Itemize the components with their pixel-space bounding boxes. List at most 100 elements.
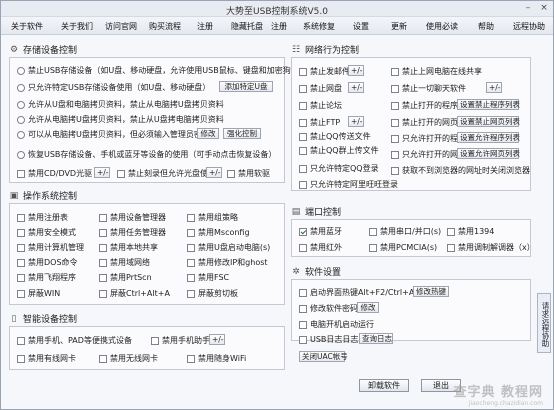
os-item-9[interactable]: 禁用本地共享 — [99, 242, 158, 253]
checkbox[interactable] — [99, 258, 107, 267]
checkbox[interactable] — [299, 84, 307, 93]
checkbox[interactable] — [187, 354, 195, 363]
storage-option-6[interactable]: 恢复USB存储设备、手机或蓝牙等设备的使用（可手动点击恢复设备） — [17, 149, 276, 160]
cd-burn-checkbox-row[interactable]: 禁止刻录但允许光盘使用 — [117, 168, 216, 179]
os-item-7[interactable]: 禁用设备管理器 — [99, 212, 166, 223]
net-plus-2[interactable]: +/- — [348, 82, 364, 93]
close-uac-button[interactable]: 关闭UAC帐号 — [299, 351, 348, 362]
menu-official-site[interactable]: 访问官网 — [105, 21, 137, 32]
net-left-8[interactable]: 只允许特定阿里旺旺登录 — [299, 179, 398, 190]
chat-plus-button[interactable]: +/- — [486, 82, 502, 93]
smart-portable[interactable]: 禁用手机、PAD等便携式设备 — [17, 335, 132, 346]
checkbox[interactable] — [299, 164, 307, 173]
menu-settings[interactable]: 设置 — [353, 21, 369, 32]
port-bluetooth[interactable]: 禁用蓝牙 — [299, 226, 342, 237]
minimize-icon[interactable]: – — [523, 3, 533, 13]
os-item-10[interactable]: 禁用域网络 — [99, 257, 150, 268]
os-item-6[interactable]: 屏蔽WIN — [17, 288, 60, 299]
checkbox[interactable] — [391, 84, 399, 93]
menu-purchase[interactable]: 购买流程 — [149, 21, 181, 32]
radio[interactable] — [17, 130, 25, 139]
close-icon[interactable]: × — [539, 3, 549, 13]
checkbox[interactable] — [447, 243, 455, 252]
checkbox[interactable] — [369, 227, 377, 236]
menu-hide-tray[interactable]: 隐藏托盘 — [231, 21, 263, 32]
query-log-button[interactable]: 查询日志 — [359, 333, 393, 344]
net-left-1[interactable]: 禁止发邮件 — [299, 66, 350, 77]
checkbox[interactable] — [447, 227, 455, 236]
checkbox[interactable] — [187, 289, 195, 298]
checkbox[interactable] — [99, 228, 107, 237]
menu-about-us[interactable]: 关于我们 — [61, 21, 93, 32]
checkbox[interactable] — [299, 118, 307, 127]
os-item-4[interactable]: 禁用DOS命令 — [17, 257, 78, 268]
net-right-5[interactable]: 只允许打开的程序 — [391, 133, 466, 144]
checkbox[interactable] — [187, 228, 195, 237]
sw-usb-log[interactable]: USB日志日志 — [299, 334, 358, 345]
checkbox[interactable] — [17, 289, 25, 298]
os-item-16[interactable]: 禁用修改IP和ghost — [187, 257, 268, 268]
checkbox[interactable] — [17, 258, 25, 267]
checkbox[interactable] — [99, 213, 107, 222]
set-allowed-web-button[interactable]: 设置允许网页列表 — [457, 148, 520, 159]
os-item-1[interactable]: 禁用注册表 — [17, 212, 68, 223]
checkbox[interactable] — [151, 336, 159, 345]
strong-control-button[interactable]: 强化控制 — [223, 128, 261, 139]
storage-option-1[interactable]: 禁止USB存储设备（如U盘、移动硬盘，允许使用USB鼠标、键盘和加密狗） — [17, 65, 299, 76]
checkbox[interactable] — [17, 354, 25, 363]
port-pcmcia[interactable]: 禁用PCMCIA(s) — [369, 242, 437, 253]
checkbox[interactable] — [391, 67, 399, 76]
menu-register-2[interactable]: 注册 — [271, 21, 287, 32]
cd-dvd-checkbox-row[interactable]: 禁用CD/DVD光驱 — [17, 168, 92, 179]
modify-password-button[interactable]: 修改 — [197, 128, 219, 139]
checkbox[interactable] — [299, 243, 307, 252]
checkbox[interactable] — [299, 132, 307, 141]
storage-option-4[interactable]: 允许从电脑拷U盘拷贝资料，禁止从U盘拷电脑拷贝资料 — [17, 114, 224, 125]
checkbox[interactable] — [299, 335, 307, 344]
checkbox[interactable] — [391, 118, 399, 127]
radio[interactable] — [17, 83, 25, 92]
radio[interactable] — [17, 100, 25, 109]
uninstall-button[interactable]: 卸载软件 — [359, 379, 409, 392]
os-item-13[interactable]: 禁用组策略 — [187, 212, 238, 223]
menu-update[interactable]: 更新 — [391, 21, 407, 32]
smart-portable-wifi[interactable]: 禁用随身WiFi — [187, 353, 246, 364]
set-blocked-programs-button[interactable]: 设置禁止程序列表 — [457, 99, 520, 110]
os-item-3[interactable]: 禁用计算机管理 — [17, 242, 84, 253]
port-serial[interactable]: 禁用串口/并口(s) — [369, 226, 441, 237]
menu-remote-assist[interactable]: 远程协助 — [513, 21, 545, 32]
smart-plus-button[interactable]: +/- — [209, 334, 225, 345]
port-modem[interactable]: 禁用调制解调器（x） — [447, 242, 535, 253]
storage-option-2[interactable]: 只允许特定USB存储设备使用（如U盘、移动硬盘） — [17, 82, 210, 93]
os-item-14[interactable]: 禁用Msconfig — [187, 227, 250, 238]
net-left-2[interactable]: 禁止网盘 — [299, 83, 342, 94]
storage-option-3[interactable]: 允许从U盘和电脑拷贝资料，禁止从电脑拷U盘拷贝资料 — [17, 99, 224, 110]
os-item-8[interactable]: 禁用任务管理器 — [99, 227, 166, 238]
checkbox[interactable] — [299, 288, 307, 297]
modify-hotkey-button[interactable]: 修改热键 — [413, 286, 449, 297]
os-item-18[interactable]: 屏蔽剪切板 — [187, 288, 238, 299]
checkbox[interactable] — [99, 273, 107, 282]
os-item-11[interactable]: 禁用PrtScn — [99, 272, 152, 283]
checkbox[interactable] — [17, 228, 25, 237]
net-plus-1[interactable]: +/- — [348, 65, 364, 76]
checkbox[interactable] — [117, 169, 125, 178]
checkbox[interactable] — [299, 304, 307, 313]
net-right-7[interactable]: 获取不到浏览器的网址时关闭浏览器 — [391, 165, 530, 176]
checkbox[interactable] — [299, 320, 307, 329]
checkbox[interactable] — [17, 243, 25, 252]
storage-option-5[interactable]: 可以从电脑拷U盘拷贝资料，但必须输入管理员密码 — [17, 129, 210, 140]
checkbox[interactable] — [391, 150, 399, 159]
port-1394[interactable]: 禁用1394 — [447, 226, 494, 237]
radio[interactable] — [17, 150, 25, 159]
smart-wireless-nic[interactable]: 禁用无线网卡 — [99, 353, 158, 364]
os-item-17[interactable]: 禁用FSC — [187, 272, 229, 283]
os-item-5[interactable]: 禁用飞翔程序 — [17, 272, 76, 283]
checkbox[interactable] — [187, 213, 195, 222]
port-infrared[interactable]: 禁用红外 — [299, 242, 342, 253]
modify-software-password-button[interactable]: 修改 — [357, 302, 379, 313]
net-left-3[interactable]: 禁止论坛 — [299, 100, 342, 111]
burn-plus-minus-button[interactable]: +/- — [206, 167, 222, 178]
set-blocked-web-button[interactable]: 设置禁止网页列表 — [457, 116, 520, 127]
checkbox[interactable] — [299, 101, 307, 110]
